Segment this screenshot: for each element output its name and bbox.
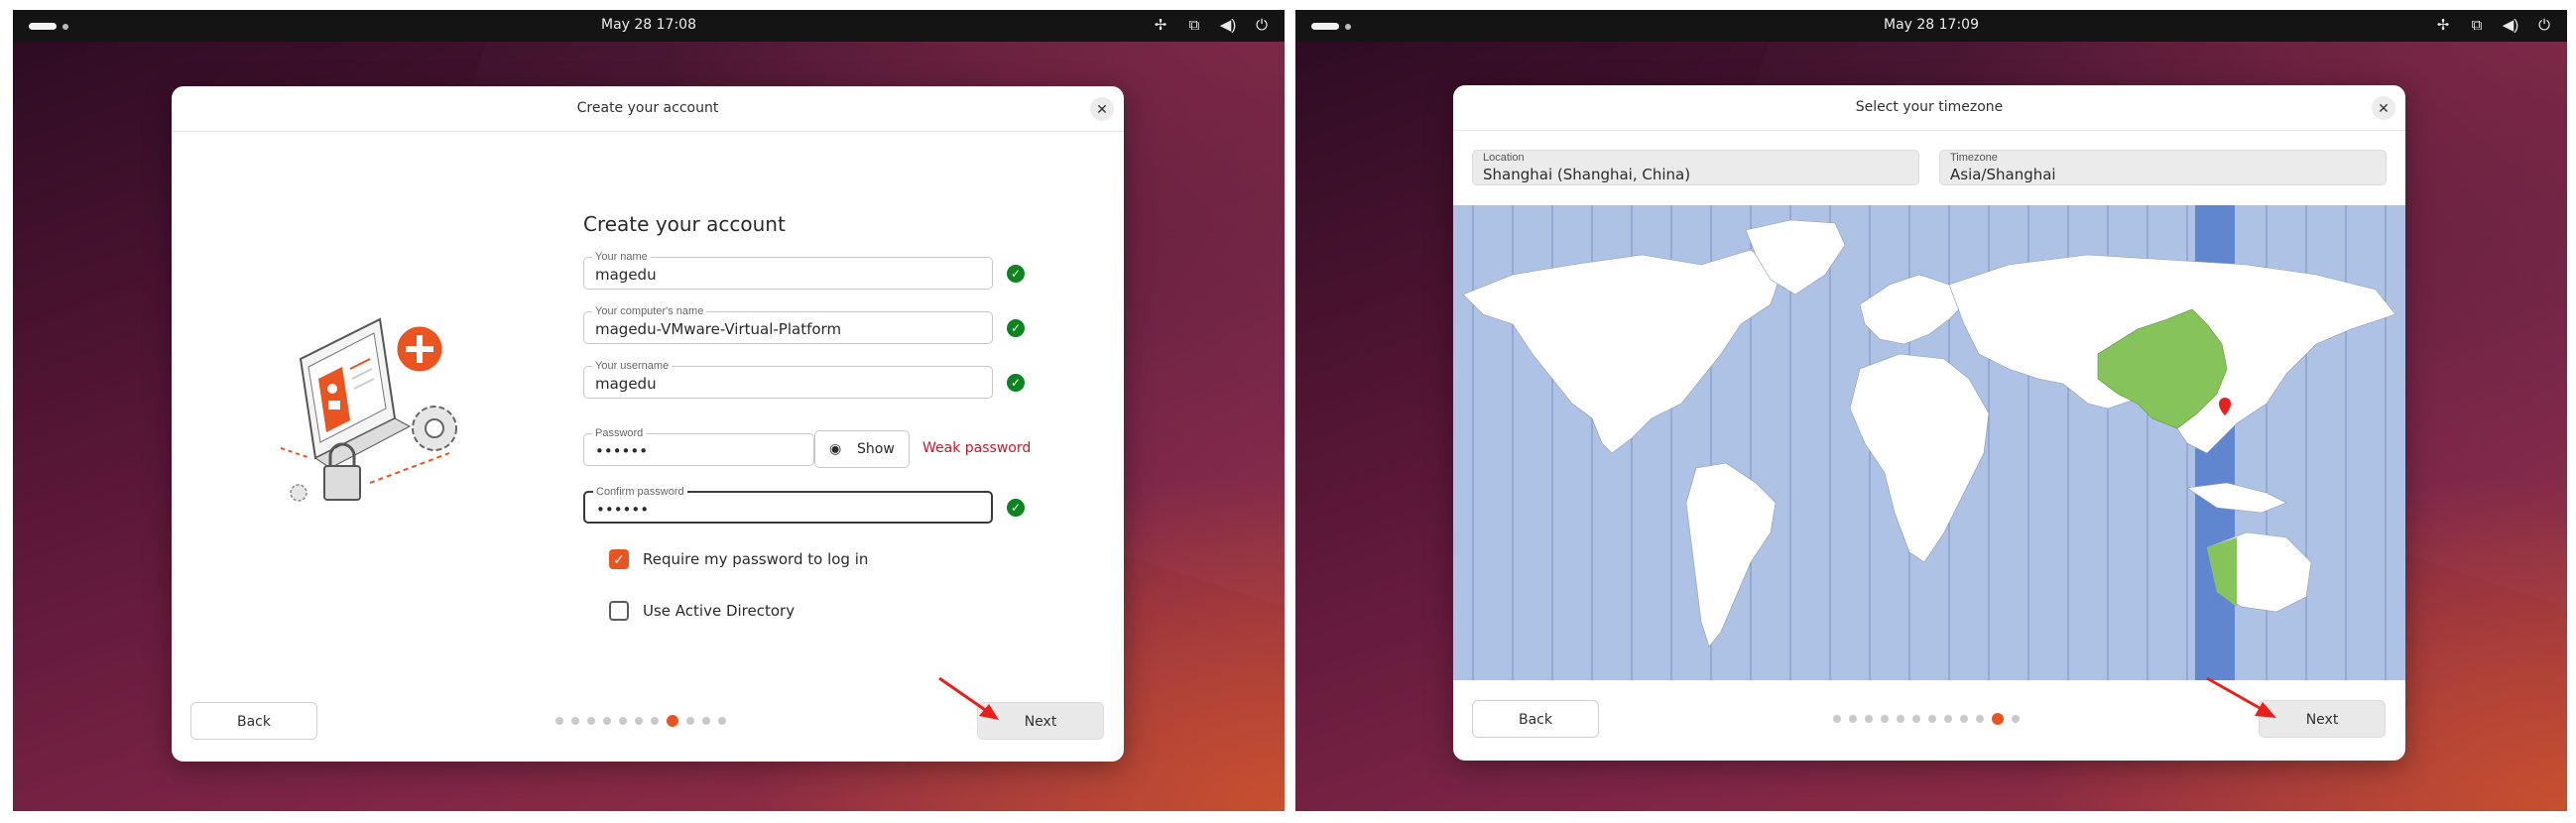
network-icon[interactable]: ⧉ [2468,14,2486,38]
step-dot [635,717,643,725]
name-field[interactable]: Your name magedu [583,250,993,290]
confirm-password-value: •••••• [596,501,650,519]
username-label: Your username [592,359,673,373]
confirm-password-label: Confirm password [593,485,687,499]
eye-icon: ◉ [829,441,842,457]
require-password-label[interactable]: Require my password to log in [643,550,868,568]
back-button[interactable]: Back [190,702,317,740]
accessibility-icon[interactable]: ✢ [2434,14,2452,38]
timezone-map[interactable] [1453,205,2405,680]
check-circle-icon: ✓ [1007,265,1025,283]
computer-name-field[interactable]: Your computer's name magedu-VMware-Virtu… [583,304,993,344]
close-button[interactable]: ✕ [2372,96,2395,120]
close-icon: ✕ [2378,100,2390,116]
form-heading: Create your account [583,212,786,236]
step-dot [1897,715,1904,723]
volume-icon[interactable]: ◀) [1219,14,1237,38]
desktop-screen-left: May 28 17:08 ✢ ⧉ ◀) ⏻ Create your accoun… [13,10,1285,811]
step-dot [555,717,563,725]
timezone-value: Asia/Shanghai [1950,166,2056,183]
volume-icon[interactable]: ◀) [2502,14,2519,38]
power-icon[interactable]: ⏻ [1253,14,1271,38]
red-arrow-annotation [2206,676,2276,718]
power-icon[interactable]: ⏻ [2535,14,2553,38]
password-value: •••••• [595,442,649,460]
name-value: magedu [595,266,657,284]
desktop-screen-right: May 28 17:09 ✢ ⧉ ◀) ⏻ Select your timezo… [1295,10,2567,811]
close-button[interactable]: ✕ [1090,97,1114,121]
plus-badge-illustration [394,323,445,375]
step-dot [651,717,659,725]
step-dot [571,717,579,725]
step-dot [1865,715,1873,723]
step-dot [1976,715,1984,723]
step-dot [1928,715,1936,723]
dialog-title: Select your timezone [1453,85,2405,131]
timezone-dialog: Select your timezone ✕ Location Shanghai… [1453,85,2405,761]
clock[interactable]: May 28 17:08 [13,17,1285,33]
step-dot [1849,715,1857,723]
active-directory-label[interactable]: Use Active Directory [643,602,795,620]
step-dot [1833,715,1841,723]
require-password-checkbox[interactable]: ✓ [609,549,629,569]
step-dot [1881,715,1889,723]
red-arrow-annotation [938,676,999,720]
password-label: Password [592,426,647,440]
close-icon: ✕ [1096,101,1108,117]
step-indicator [1833,713,2020,725]
timezone-field[interactable]: Timezone Asia/Shanghai [1939,150,2387,185]
step-dot [603,717,611,725]
create-account-dialog: Create your account ✕ Create your accoun… [172,86,1124,762]
computer-name-value: magedu-VMware-Virtual-Platform [595,320,842,338]
step-dot [702,717,710,725]
top-bar: May 28 17:08 ✢ ⧉ ◀) ⏻ [13,10,1285,42]
password-field[interactable]: Password •••••• [583,426,814,466]
top-bar: May 28 17:09 ✢ ⧉ ◀) ⏻ [1295,10,2567,42]
step-dot-active [667,715,678,727]
step-dot [2012,715,2020,723]
clock[interactable]: May 28 17:09 [1295,17,2567,33]
step-dot [1912,715,1920,723]
step-dot [619,717,627,725]
step-indicator [555,715,726,727]
timezone-label: Timezone [1950,152,1998,164]
show-password-button[interactable]: ◉ Show [814,430,910,468]
step-dot [718,717,726,725]
password-strength: Weak password [922,440,1032,456]
location-field[interactable]: Location Shanghai (Shanghai, China) [1472,150,1919,185]
back-button[interactable]: Back [1472,700,1599,738]
account-illustration [280,317,457,502]
system-tray[interactable]: ✢ ⧉ ◀) ⏻ [1152,14,1271,38]
step-dot [587,717,595,725]
monitor-illustration [299,317,412,469]
step-dot-active [1992,713,2004,725]
step-dot [686,717,694,725]
username-value: magedu [595,375,657,393]
computer-name-label: Your computer's name [592,304,707,318]
check-circle-icon: ✓ [1007,499,1025,517]
network-icon[interactable]: ⧉ [1185,14,1203,38]
system-tray[interactable]: ✢ ⧉ ◀) ⏻ [2434,14,2553,38]
location-value: Shanghai (Shanghai, China) [1483,166,1691,183]
accessibility-icon[interactable]: ✢ [1152,14,1169,38]
step-dot [1944,715,1952,723]
name-label: Your name [592,250,651,264]
confirm-password-field[interactable]: Confirm password •••••• [583,485,993,524]
step-dot [1960,715,1968,723]
active-directory-checkbox[interactable] [609,601,629,621]
check-circle-icon: ✓ [1007,374,1025,392]
username-field[interactable]: Your username magedu [583,359,993,399]
dialog-title: Create your account [172,86,1124,132]
location-label: Location [1483,152,1525,164]
show-label: Show [857,441,895,457]
check-circle-icon: ✓ [1007,319,1025,337]
